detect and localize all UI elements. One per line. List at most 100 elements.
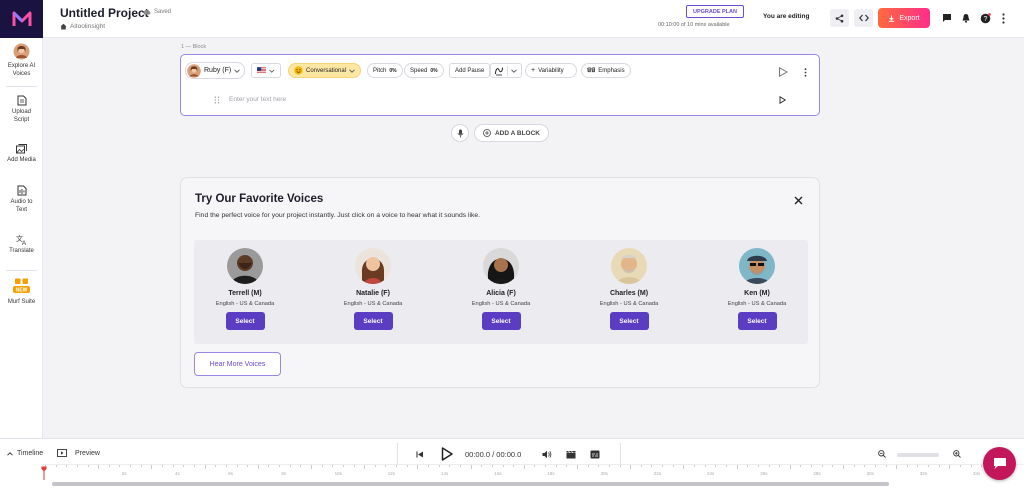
preview-button[interactable]: Preview [57, 449, 100, 457]
select-voice-button[interactable]: Select [737, 312, 777, 330]
voice-language: English - US & Canada [471, 301, 531, 307]
notifications-button[interactable] [960, 12, 972, 24]
voice-avatar [483, 248, 519, 284]
ruler-minor-tick [225, 465, 227, 467]
ruler-minor-tick [917, 465, 919, 467]
embed-button[interactable] [854, 9, 873, 27]
pitch-label: Pitch [373, 67, 387, 74]
emphasis-button[interactable]: ꓭꓭ Emphasis [581, 63, 631, 78]
sidebar-item-translate[interactable]: 文A Translate [0, 234, 43, 256]
ruler-tick-label: 34s [973, 471, 981, 476]
ruler-minor-tick [162, 465, 164, 467]
ruler-minor-tick [289, 465, 291, 467]
pitch-control[interactable]: Pitch 0% [367, 63, 403, 78]
voice-block[interactable]: Ruby (F) Conversational Pitch 0% Speed 0… [180, 54, 820, 116]
ruler-minor-tick [279, 465, 281, 467]
ruler-minor-tick [555, 465, 557, 467]
voice-avatar [611, 248, 647, 284]
voice-card[interactable]: Charles (M) English - US & Canada Select [579, 248, 679, 330]
voice-language: English - US & Canada [727, 301, 787, 307]
share-button[interactable] [830, 9, 849, 27]
captions-icon[interactable] [590, 450, 600, 459]
ruler-minor-tick [406, 465, 408, 467]
ruler-tick-line [630, 465, 632, 469]
voice-card[interactable]: Natalie (F) English - US & Canada Select [323, 248, 423, 330]
skip-back-icon[interactable] [416, 451, 424, 458]
mic-button[interactable] [451, 124, 469, 142]
block-more-icon[interactable] [804, 68, 807, 77]
ruler-tick-line [789, 465, 791, 469]
sidebar-item-explore-voices[interactable]: Explore AI Voices [0, 43, 43, 78]
ruler-minor-tick [353, 465, 355, 467]
timeline-toggle[interactable]: Timeline [7, 450, 43, 457]
timeline-ruler[interactable]: 2s 4s 6s 8s 10s 12s 14s 16s 18s 20s 22s 24s 26s 28s 30… [43, 464, 1024, 480]
voice-card[interactable]: Alicia (F) English - US & Canada Select [451, 248, 551, 330]
ruler-minor-tick [928, 465, 930, 467]
preview-label: Preview [75, 449, 100, 457]
help-button[interactable]: ? [979, 12, 991, 24]
comments-button[interactable] [941, 12, 953, 24]
select-voice-button[interactable]: Select [225, 312, 265, 330]
ruler-tick-label: 4s [175, 471, 180, 476]
voice-avatar-icon [187, 63, 201, 78]
divider [620, 443, 621, 465]
voice-card[interactable]: Terrell (M) English - US & Canada Select [195, 248, 295, 330]
preview-icon [57, 449, 67, 457]
ruler-minor-tick [183, 465, 185, 467]
variability-button[interactable]: + Variability [525, 63, 577, 78]
ruler-minor-tick [66, 465, 68, 467]
more-menu-button[interactable] [997, 12, 1009, 24]
sidebar-item-audio-to-text[interactable]: Audio to Text [0, 185, 43, 214]
hear-more-voices-button[interactable]: Hear More Voices [194, 352, 281, 376]
voice-card[interactable]: Ken (M) English - US & Canada Select [707, 248, 807, 330]
close-panel-button[interactable] [791, 193, 805, 207]
zoom-in-icon[interactable] [953, 450, 961, 458]
chat-support-button[interactable] [983, 447, 1016, 480]
divider [397, 443, 398, 465]
drag-handle-icon[interactable] [214, 96, 220, 104]
editing-status: You are editing [763, 13, 810, 20]
select-voice-button[interactable]: Select [609, 312, 649, 330]
ruler-minor-tick [662, 465, 664, 467]
timeline-scrollbar[interactable] [52, 482, 889, 486]
select-voice-button[interactable]: Select [481, 312, 521, 330]
block-play-icon[interactable] [778, 67, 788, 77]
smiley-icon [294, 66, 303, 75]
ruler-tick-line [204, 465, 206, 469]
divider [507, 65, 508, 76]
add-block-button[interactable]: ADD A BLOCK [474, 124, 549, 142]
export-button[interactable]: Export [878, 8, 930, 28]
ruler-minor-tick [938, 465, 940, 467]
murf-logo[interactable] [0, 0, 43, 38]
sidebar-item-add-media[interactable]: Add Media [0, 144, 43, 165]
block-text-input[interactable]: Enter your text here [229, 96, 286, 103]
select-voice-button[interactable]: Select [353, 312, 393, 330]
saved-label: Saved [154, 9, 172, 15]
volume-icon[interactable] [542, 450, 552, 459]
playhead-marker[interactable] [41, 466, 47, 480]
ruler-minor-tick [608, 465, 610, 467]
upgrade-plan-button[interactable]: UPGRADE PLAN [686, 5, 744, 18]
clapperboard-icon[interactable] [566, 450, 576, 459]
project-title[interactable]: Untitled Project [60, 6, 149, 20]
workspace-breadcrumb[interactable]: Aitoolinsight [60, 23, 105, 30]
sidebar-divider [6, 86, 37, 87]
speed-control[interactable]: Speed 0% [404, 63, 444, 78]
style-selector[interactable]: Conversational [288, 63, 362, 78]
sidebar-item-upload-script[interactable]: Upload Script [0, 95, 43, 124]
ruler-tick-line [364, 465, 366, 469]
zoom-out-icon[interactable] [878, 450, 886, 458]
add-pause-button[interactable]: Add Pause [449, 63, 491, 78]
play-icon[interactable] [441, 447, 453, 461]
upload-script-icon [17, 95, 26, 106]
line-play-icon[interactable] [779, 96, 786, 104]
ruler-tick-line [470, 465, 472, 469]
language-selector[interactable] [251, 63, 281, 78]
voice-name: Ken (M) [744, 290, 770, 297]
zoom-slider[interactable] [897, 453, 939, 457]
sidebar-item-murf-suite[interactable]: NEW Murf Suite [0, 278, 43, 307]
ruler-minor-tick [513, 465, 515, 467]
voice-selector[interactable]: Ruby (F) [185, 62, 246, 79]
pause-duration-selector[interactable] [490, 63, 522, 78]
ruler-minor-tick [768, 465, 770, 467]
